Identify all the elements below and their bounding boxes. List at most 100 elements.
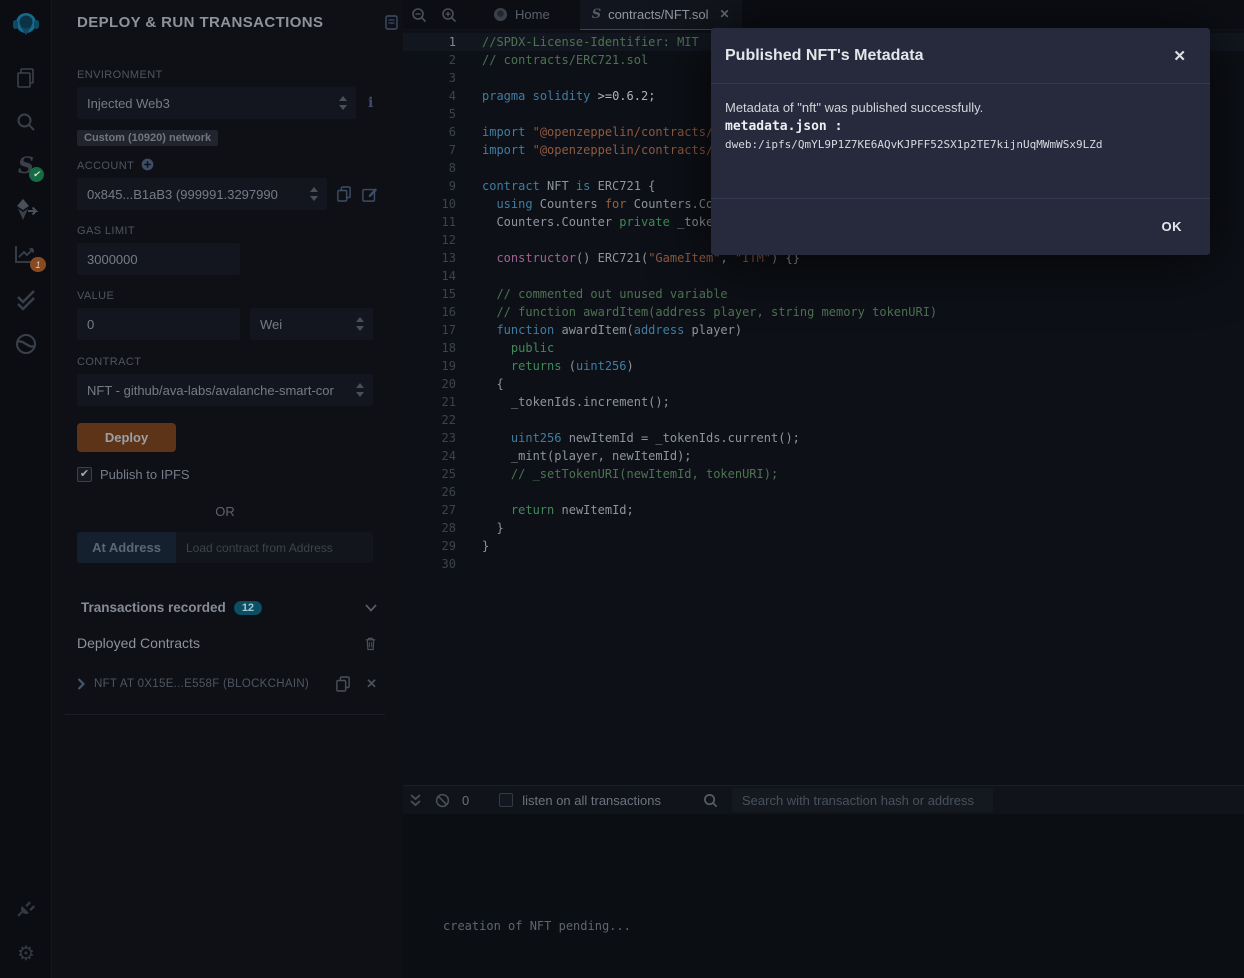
compiler-success-badge: ✔ [29, 167, 44, 182]
copy-contract-icon[interactable] [336, 676, 350, 692]
modal-close-icon[interactable]: ✕ [1173, 47, 1186, 65]
code-line: 29} [403, 537, 1244, 555]
line-number: 26 [403, 483, 456, 501]
remove-contract-icon[interactable]: ✕ [366, 676, 377, 692]
debugger-icon[interactable] [0, 329, 52, 359]
line-number: 7 [403, 141, 456, 159]
terminal-log-line: creation of NFT pending... [443, 919, 631, 933]
clear-console-icon[interactable] [435, 793, 450, 808]
listen-transactions-label: listen on all transactions [522, 793, 661, 808]
line-number: 27 [403, 501, 456, 519]
file-explorer-icon[interactable] [0, 63, 52, 93]
metadata-ipfs-uri: dweb:/ipfs/QmYL9P1Z7KE6AQvKJPFF52SX1p2TE… [725, 136, 1186, 153]
line-number: 10 [403, 195, 456, 213]
plugin-manager-icon[interactable] [0, 893, 52, 923]
at-address-button[interactable]: At Address [77, 532, 176, 563]
terminal-output[interactable]: creation of NFT pending... > [403, 814, 1244, 978]
deploy-button[interactable]: Deploy [77, 423, 176, 452]
code-line: 19 returns (uint256) [403, 357, 1244, 375]
search-icon[interactable] [0, 107, 52, 137]
code-line: 23 uint256 newItemId = _tokenIds.current… [403, 429, 1244, 447]
terminal-toolbar: 0 listen on all transactions Search with… [403, 785, 1244, 814]
code-line: 21 _tokenIds.increment(); [403, 393, 1244, 411]
panel-title: DEPLOY & RUN TRANSACTIONS [77, 14, 323, 31]
environment-select[interactable]: Injected Web3 [77, 87, 356, 119]
value-input[interactable]: 0 [77, 308, 240, 340]
copy-account-icon[interactable] [337, 186, 351, 202]
publish-ipfs-checkbox[interactable]: ✔ [77, 467, 92, 482]
line-number: 1 [403, 33, 456, 51]
trash-icon[interactable] [364, 636, 377, 651]
line-number: 15 [403, 285, 456, 303]
remix-logo-icon[interactable] [0, 8, 52, 44]
modal-title: Published NFT's Metadata [725, 47, 924, 65]
line-number: 17 [403, 321, 456, 339]
publish-ipfs-label: Publish to IPFS [100, 467, 190, 482]
expand-terminal-icon[interactable] [409, 793, 422, 807]
code-line: 28 } [403, 519, 1244, 537]
code-line: 25 // _setTokenURI(newItemId, tokenURI); [403, 465, 1244, 483]
edit-account-icon[interactable] [362, 186, 378, 202]
deployed-contracts-label: Deployed Contracts [77, 635, 200, 651]
line-number: 22 [403, 411, 456, 429]
account-select[interactable]: 0x845...B1aB3 (999991.3297990 [77, 178, 327, 210]
transactions-recorded-label: Transactions recorded [81, 600, 226, 615]
remix-ide: S ✔ 1 [0, 0, 1244, 978]
line-number: 12 [403, 231, 456, 249]
line-number: 18 [403, 339, 456, 357]
line-number: 3 [403, 69, 456, 87]
line-number: 14 [403, 267, 456, 285]
metadata-file-label: metadata.json : [725, 117, 1186, 136]
environment-label: ENVIRONMENT [77, 69, 400, 81]
code-line: 15 // commented out unused variable [403, 285, 1244, 303]
tab-bar: Home S contracts/NFT.sol ✕ [403, 0, 1244, 30]
gas-limit-input[interactable]: 3000000 [77, 243, 240, 275]
select-arrows-icon [356, 316, 364, 332]
line-number: 11 [403, 213, 456, 231]
line-number: 29 [403, 537, 456, 555]
code-line: 27 return newItemId; [403, 501, 1244, 519]
deploy-run-panel: DEPLOY & RUN TRANSACTIONS ENVIRONMENT In… [52, 0, 403, 978]
contract-select[interactable]: NFT - github/ava-labs/avalanche-smart-co… [77, 374, 373, 406]
code-line: 24 _mint(player, newItemId); [403, 447, 1244, 465]
zoom-out-icon[interactable] [411, 7, 427, 23]
panel-doc-icon[interactable] [385, 15, 398, 30]
line-number: 20 [403, 375, 456, 393]
add-account-icon[interactable] [141, 158, 154, 171]
terminal: 0 listen on all transactions Search with… [403, 785, 1244, 978]
value-label: VALUE [77, 290, 400, 302]
tab-nft-sol[interactable]: S contracts/NFT.sol ✕ [580, 0, 742, 30]
modal-footer: OK [711, 198, 1210, 254]
pending-tx-count: 0 [462, 793, 469, 808]
line-number: 8 [403, 159, 456, 177]
chevron-down-icon[interactable] [365, 604, 377, 612]
line-number: 23 [403, 429, 456, 447]
listen-transactions-checkbox[interactable] [499, 793, 513, 807]
line-number: 5 [403, 105, 456, 123]
line-number: 13 [403, 249, 456, 267]
line-number: 6 [403, 123, 456, 141]
deploy-run-icon[interactable] [0, 195, 52, 225]
close-tab-icon[interactable]: ✕ [720, 7, 730, 21]
solidity-compiler-icon[interactable]: S [0, 150, 52, 182]
settings-gear-icon[interactable]: ⚙ [0, 938, 52, 968]
line-number: 4 [403, 87, 456, 105]
environment-info-icon[interactable]: i [368, 95, 373, 111]
unit-testing-icon[interactable] [0, 283, 52, 313]
zoom-in-icon[interactable] [441, 7, 457, 23]
published-metadata-modal: Published NFT's Metadata ✕ Metadata of "… [711, 28, 1210, 255]
line-number: 28 [403, 519, 456, 537]
line-number: 24 [403, 447, 456, 465]
ok-button[interactable]: OK [1162, 219, 1183, 234]
panel-divider [65, 714, 385, 715]
expand-contract-icon[interactable] [77, 678, 85, 690]
code-line: 20 { [403, 375, 1244, 393]
deployed-contract-item[interactable]: NFT AT 0X15E...E558F (BLOCKCHAIN) [94, 678, 309, 690]
tab-home[interactable]: Home [481, 0, 562, 30]
line-number: 25 [403, 465, 456, 483]
terminal-search-input[interactable]: Search with transaction hash or address [732, 788, 993, 812]
line-number: 9 [403, 177, 456, 195]
value-unit-select[interactable]: Wei [250, 308, 373, 340]
network-badge: Custom (10920) network [77, 130, 218, 146]
at-address-input[interactable]: Load contract from Address [176, 532, 373, 563]
